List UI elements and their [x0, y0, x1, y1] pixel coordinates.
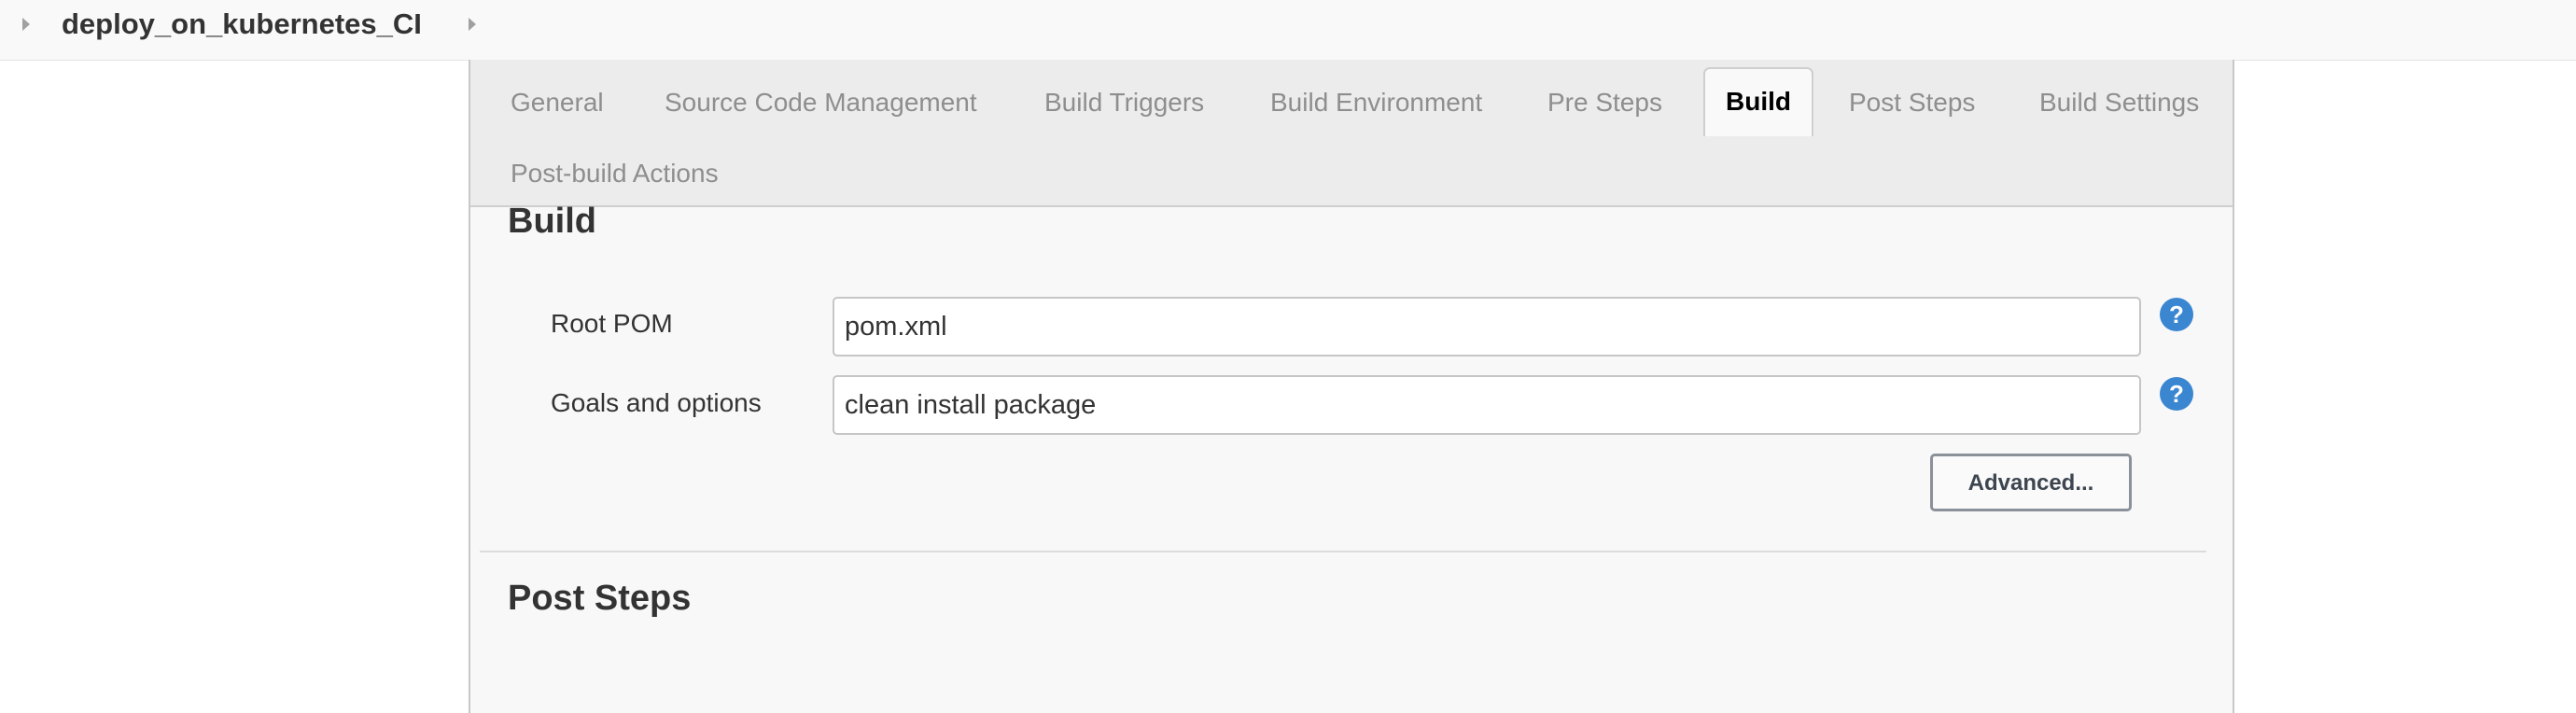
tab-general[interactable]: General [511, 88, 604, 118]
caret-right-icon[interactable] [22, 18, 30, 31]
breadcrumb: deploy_on_kubernetes_CI [0, 0, 2576, 61]
root-pom-label: Root POM [551, 309, 673, 338]
tab-build-triggers[interactable]: Build Triggers [1044, 88, 1204, 118]
goals-options-label: Goals and options [551, 388, 762, 417]
config-tabbar: General Source Code Management Build Tri… [470, 60, 2233, 207]
build-section-title: Build [508, 202, 596, 241]
advanced-button[interactable]: Advanced... [1930, 454, 2132, 511]
section-divider [480, 551, 2206, 552]
root-pom-input[interactable] [833, 297, 2141, 356]
help-icon[interactable]: ? [2160, 377, 2193, 411]
tab-source-code-management[interactable]: Source Code Management [665, 88, 977, 118]
post-steps-section-title: Post Steps [508, 579, 692, 618]
help-icon[interactable]: ? [2160, 298, 2193, 331]
tab-build-settings[interactable]: Build Settings [2039, 88, 2199, 118]
tab-build-environment[interactable]: Build Environment [1270, 88, 1482, 118]
tab-post-build-actions[interactable]: Post-build Actions [511, 159, 719, 189]
tab-post-steps[interactable]: Post Steps [1849, 88, 1975, 118]
job-name-link[interactable]: deploy_on_kubernetes_CI [62, 7, 422, 41]
tab-pre-steps[interactable]: Pre Steps [1547, 88, 1662, 118]
caret-right-icon[interactable] [469, 18, 476, 31]
tab-build[interactable]: Build [1703, 67, 1813, 136]
config-panel: General Source Code Management Build Tri… [469, 60, 2234, 713]
goals-options-input[interactable] [833, 375, 2141, 435]
